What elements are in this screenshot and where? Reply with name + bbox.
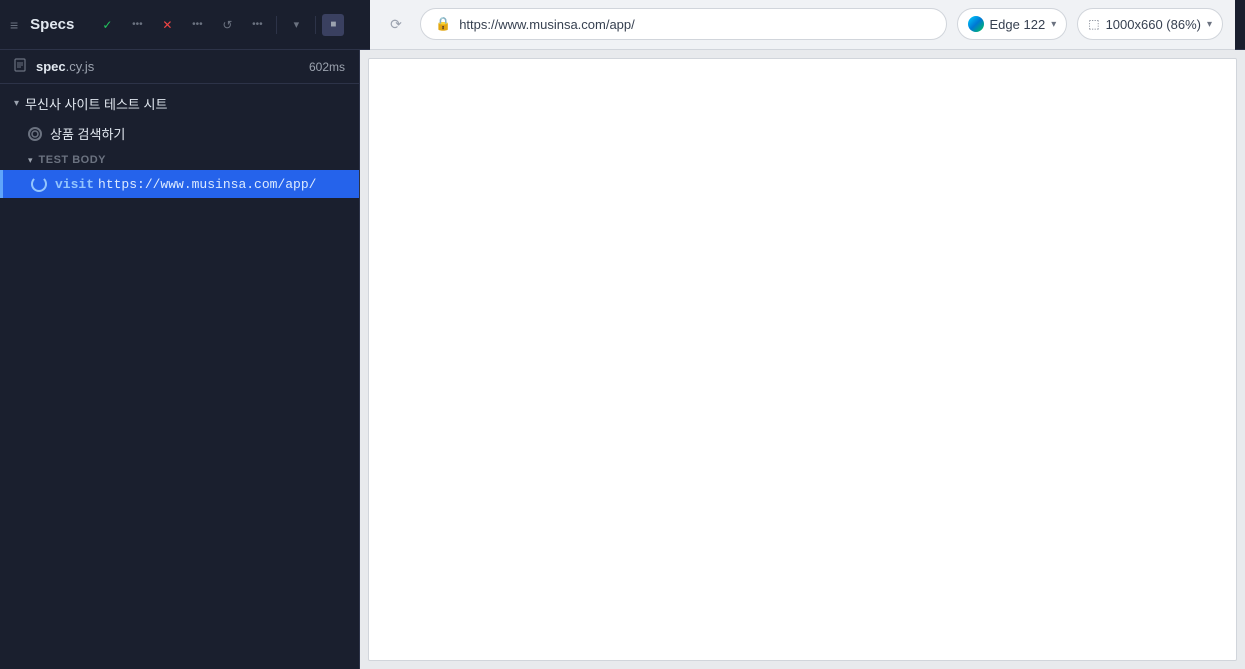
reload-button[interactable]: ↺ (214, 12, 240, 38)
sidebar: spec.cy.js 602ms ▾ 무신사 사이트 테스트 시트 상품 검색하… (0, 50, 360, 669)
browser-toolbar: ⟳ 🔒 https://www.musinsa.com/app/ Edge 12… (370, 0, 1235, 50)
toolbar-divider-2 (315, 16, 316, 34)
suite-label: 무신사 사이트 테스트 시트 (25, 94, 167, 113)
top-bar: ≡ Specs ✓ ••• ✕ ••• ↺ ••• ▾ ■ ⟳ 🔒 https:… (0, 0, 1245, 50)
dots-2: ••• (184, 12, 210, 38)
viewport-chevron-icon: ▾ (1207, 19, 1212, 30)
test-body-chevron-icon: ▾ (28, 155, 33, 166)
command-text: visit https://www.musinsa.com/app/ (55, 177, 316, 192)
test-body-label: TEST BODY (39, 154, 106, 166)
test-case-row[interactable]: 상품 검색하기 (0, 119, 359, 148)
test-tree: ▾ 무신사 사이트 테스트 시트 상품 검색하기 ▾ TEST BODY (0, 84, 359, 669)
dots-1: ••• (124, 12, 150, 38)
test-body-section: ▾ TEST BODY visit https://www.musinsa.com… (0, 148, 359, 200)
test-suite-row[interactable]: ▾ 무신사 사이트 테스트 시트 (0, 88, 359, 119)
command-spinner-icon (31, 176, 47, 192)
viewport-icon: ⬚ (1088, 17, 1099, 31)
viewport-badge[interactable]: ⬚ 1000x660 (86%) ▾ (1077, 8, 1223, 40)
test-status-icon (28, 127, 42, 141)
dots-3: ••• (244, 12, 270, 38)
command-keyword: visit (55, 177, 94, 192)
toolbar-controls: ✓ ••• ✕ ••• ↺ ••• ▾ ■ (94, 12, 344, 38)
url-icon: 🔒 (435, 16, 451, 32)
spec-time: 602ms (309, 60, 345, 74)
test-body-header[interactable]: ▾ TEST BODY (0, 150, 359, 170)
edge-browser-badge[interactable]: Edge 122 ▾ (957, 8, 1068, 40)
spec-file-name: spec.cy.js (36, 59, 94, 74)
spec-name-ext: .cy.js (66, 59, 95, 74)
command-row-visit[interactable]: visit https://www.musinsa.com/app/ (0, 170, 359, 198)
browser-content (369, 59, 1236, 660)
spec-file-icon (14, 58, 28, 75)
test-case-label: 상품 검색하기 (50, 124, 125, 143)
square-icon: ■ (330, 19, 336, 30)
specs-title: Specs (30, 16, 74, 33)
stop-button[interactable]: ✕ (154, 12, 180, 38)
toolbar-divider (276, 16, 277, 34)
edge-chevron-icon: ▾ (1051, 19, 1056, 30)
browser-frame (368, 58, 1237, 661)
viewport-label: 1000x660 (86%) (1106, 17, 1201, 32)
spec-name-bold: spec (36, 59, 66, 74)
browser-refresh-button[interactable]: ⟳ (382, 10, 410, 38)
run-button[interactable]: ✓ (94, 12, 120, 38)
suite-chevron-icon: ▾ (14, 98, 19, 109)
dropdown-button[interactable]: ▾ (283, 12, 309, 38)
specs-panel-header: ≡ Specs ✓ ••• ✕ ••• ↺ ••• ▾ ■ (10, 12, 370, 38)
main-content: spec.cy.js 602ms ▾ 무신사 사이트 테스트 시트 상품 검색하… (0, 50, 1245, 669)
browser-preview (360, 50, 1245, 669)
edge-icon (968, 16, 984, 32)
hamburger-icon[interactable]: ≡ (10, 17, 18, 33)
spec-file-row[interactable]: spec.cy.js 602ms (0, 50, 359, 84)
edge-label: Edge 122 (990, 17, 1046, 32)
url-bar[interactable]: 🔒 https://www.musinsa.com/app/ (420, 8, 947, 40)
viewport-toggle[interactable]: ■ (322, 14, 344, 36)
url-text: https://www.musinsa.com/app/ (459, 17, 931, 32)
command-url: https://www.musinsa.com/app/ (98, 177, 316, 192)
